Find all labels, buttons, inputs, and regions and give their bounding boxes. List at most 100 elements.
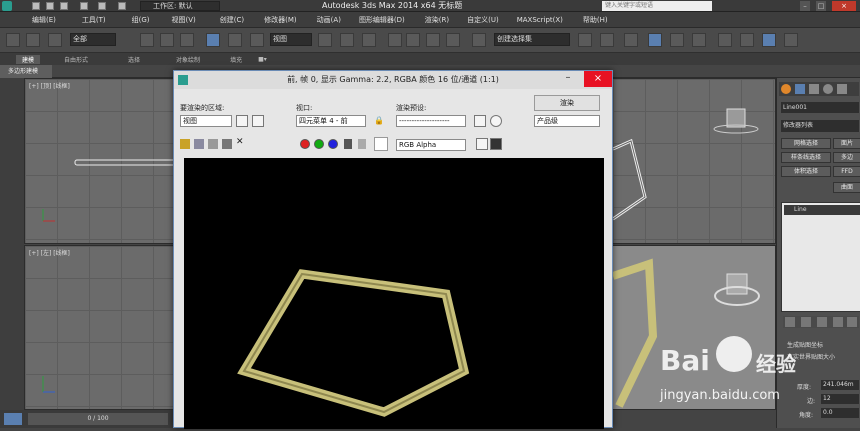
viewport-top[interactable]: [+] [顶] [线框] xyxy=(24,78,176,244)
modify-tab-icon[interactable] xyxy=(795,84,805,94)
menu-edit[interactable]: 编辑(E) xyxy=(32,15,56,25)
menu-modifiers[interactable]: 修改器(M) xyxy=(264,15,297,25)
thickness-spinner[interactable]: 241.046m xyxy=(821,380,859,390)
viewport-front[interactable] xyxy=(612,78,776,244)
new-file-icon[interactable] xyxy=(32,2,40,10)
red-channel-icon[interactable] xyxy=(300,139,310,149)
bind-space-warp-icon[interactable] xyxy=(48,33,62,47)
stack-item-line[interactable]: Line xyxy=(784,205,860,215)
snap-icon[interactable] xyxy=(388,33,402,47)
close-icon[interactable]: × xyxy=(832,1,856,11)
mono-icon[interactable] xyxy=(358,139,366,149)
unlink-icon[interactable] xyxy=(26,33,40,47)
quality-select[interactable]: 产品级 xyxy=(534,115,600,127)
workspace-select[interactable]: 工作区: 默认 xyxy=(140,1,220,11)
ribbon-tab-modeling[interactable]: 建模 xyxy=(16,54,41,64)
edit-named-sel-icon[interactable] xyxy=(472,33,486,47)
save-file-icon[interactable] xyxy=(60,2,68,10)
poly-select-button[interactable]: 多边 xyxy=(833,152,860,163)
mirror-icon[interactable] xyxy=(578,33,592,47)
layer-manager-icon[interactable] xyxy=(624,33,638,47)
sides-spinner[interactable]: 12 xyxy=(821,394,859,404)
graphite-toggle-icon[interactable] xyxy=(648,33,662,47)
remove-modifier-icon[interactable] xyxy=(833,317,843,327)
schematic-view-icon[interactable] xyxy=(692,33,706,47)
selection-filter-select[interactable]: 全部 xyxy=(70,33,116,46)
render-minimize-icon[interactable]: – xyxy=(554,71,582,87)
spline-select-button[interactable]: 样条线选择 xyxy=(781,152,831,163)
open-file-icon[interactable] xyxy=(46,2,54,10)
rendered-frame-icon[interactable] xyxy=(762,33,776,47)
edit-region-icon[interactable] xyxy=(236,115,248,127)
modifier-list-select[interactable]: 修改器列表 xyxy=(781,120,859,132)
menu-views[interactable]: 视图(V) xyxy=(172,15,196,25)
show-end-result-icon[interactable] xyxy=(801,317,811,327)
manipulate-icon[interactable] xyxy=(340,33,354,47)
menu-graph-editors[interactable]: 图形编辑器(D) xyxy=(359,15,405,25)
spinner-snap-icon[interactable] xyxy=(446,33,460,47)
angle-spinner[interactable]: 0.0 xyxy=(821,408,859,418)
ribbon-tab-freeform[interactable]: 自由形式 xyxy=(64,55,88,64)
render-setup-small-icon[interactable] xyxy=(474,115,486,127)
select-move-icon[interactable] xyxy=(206,33,220,47)
ribbon-tab-selection[interactable]: 选择 xyxy=(128,55,140,64)
rotate-icon[interactable] xyxy=(228,33,242,47)
alpha-channel-icon[interactable] xyxy=(344,139,352,149)
toggle-ui-icon[interactable] xyxy=(490,138,502,150)
ribbon-options-icon[interactable]: ■▾ xyxy=(258,56,267,63)
keyboard-shortcut-icon[interactable] xyxy=(362,33,376,47)
link-icon[interactable] xyxy=(6,33,20,47)
named-selection-select[interactable]: 创建选择集 xyxy=(494,33,570,46)
material-editor-icon[interactable] xyxy=(718,33,732,47)
polygon-modeling-tab[interactable]: 多边形建模 xyxy=(0,65,52,78)
ribbon-tab-populate[interactable]: 填充 xyxy=(230,55,242,64)
menu-customize[interactable]: 自定义(U) xyxy=(467,15,499,25)
project-folder-icon[interactable] xyxy=(118,2,126,10)
pivot-icon[interactable] xyxy=(318,33,332,47)
green-channel-icon[interactable] xyxy=(314,139,324,149)
hierarchy-tab-icon[interactable] xyxy=(809,84,819,94)
render-close-icon[interactable]: × xyxy=(584,71,612,87)
copy-image-icon[interactable] xyxy=(194,139,204,149)
menu-rendering[interactable]: 渲染(R) xyxy=(425,15,449,25)
minimize-icon[interactable]: – xyxy=(800,1,810,11)
maximize-icon[interactable]: □ xyxy=(816,1,826,11)
redo-icon[interactable] xyxy=(98,2,106,10)
clear-icon[interactable]: ✕ xyxy=(236,137,246,149)
surface-button[interactable]: 曲面 xyxy=(833,182,860,193)
patch-select-button[interactable]: 面片 xyxy=(833,138,860,149)
lock-icon[interactable]: 🔒 xyxy=(374,116,384,126)
area-select[interactable]: 视图 xyxy=(180,115,232,127)
ribbon-tab-object-paint[interactable]: 对象绘制 xyxy=(176,55,200,64)
object-name-field[interactable]: Line001 xyxy=(781,102,859,113)
viewport-select[interactable]: 四元菜单 4 - 前 xyxy=(296,115,366,127)
render-production-icon[interactable] xyxy=(784,33,798,47)
clone-frame-icon[interactable] xyxy=(208,139,218,149)
channel-select[interactable]: RGB Alpha xyxy=(396,139,466,151)
select-object-icon[interactable] xyxy=(140,33,154,47)
volume-select-button[interactable]: 体积选择 xyxy=(781,166,831,177)
configure-sets-icon[interactable] xyxy=(847,317,857,327)
save-image-icon[interactable] xyxy=(180,139,190,149)
timeline-slider[interactable]: 0 / 100 xyxy=(28,413,168,425)
ref-coord-select[interactable]: 视图 xyxy=(270,33,312,46)
select-by-name-icon[interactable] xyxy=(160,33,174,47)
scale-icon[interactable] xyxy=(250,33,264,47)
auto-region-icon[interactable] xyxy=(252,115,264,127)
display-tab-icon[interactable] xyxy=(837,84,847,94)
menu-help[interactable]: 帮助(H) xyxy=(583,15,608,25)
menu-animation[interactable]: 动画(A) xyxy=(317,15,341,25)
rect-selection-icon[interactable] xyxy=(180,33,194,47)
viewport-left[interactable]: [+] [左] [线框] xyxy=(24,245,176,410)
menu-group[interactable]: 组(G) xyxy=(132,15,150,25)
app-logo-icon[interactable] xyxy=(2,1,12,11)
preset-select[interactable]: -------------------- xyxy=(396,115,466,127)
make-unique-icon[interactable] xyxy=(817,317,827,327)
environment-icon[interactable] xyxy=(490,115,502,127)
menu-create[interactable]: 创建(C) xyxy=(220,15,244,25)
time-config-icon[interactable] xyxy=(4,413,22,425)
align-icon[interactable] xyxy=(600,33,614,47)
angle-snap-icon[interactable] xyxy=(406,33,420,47)
toggle-ui-overlay-icon[interactable] xyxy=(476,138,488,150)
print-image-icon[interactable] xyxy=(222,139,232,149)
